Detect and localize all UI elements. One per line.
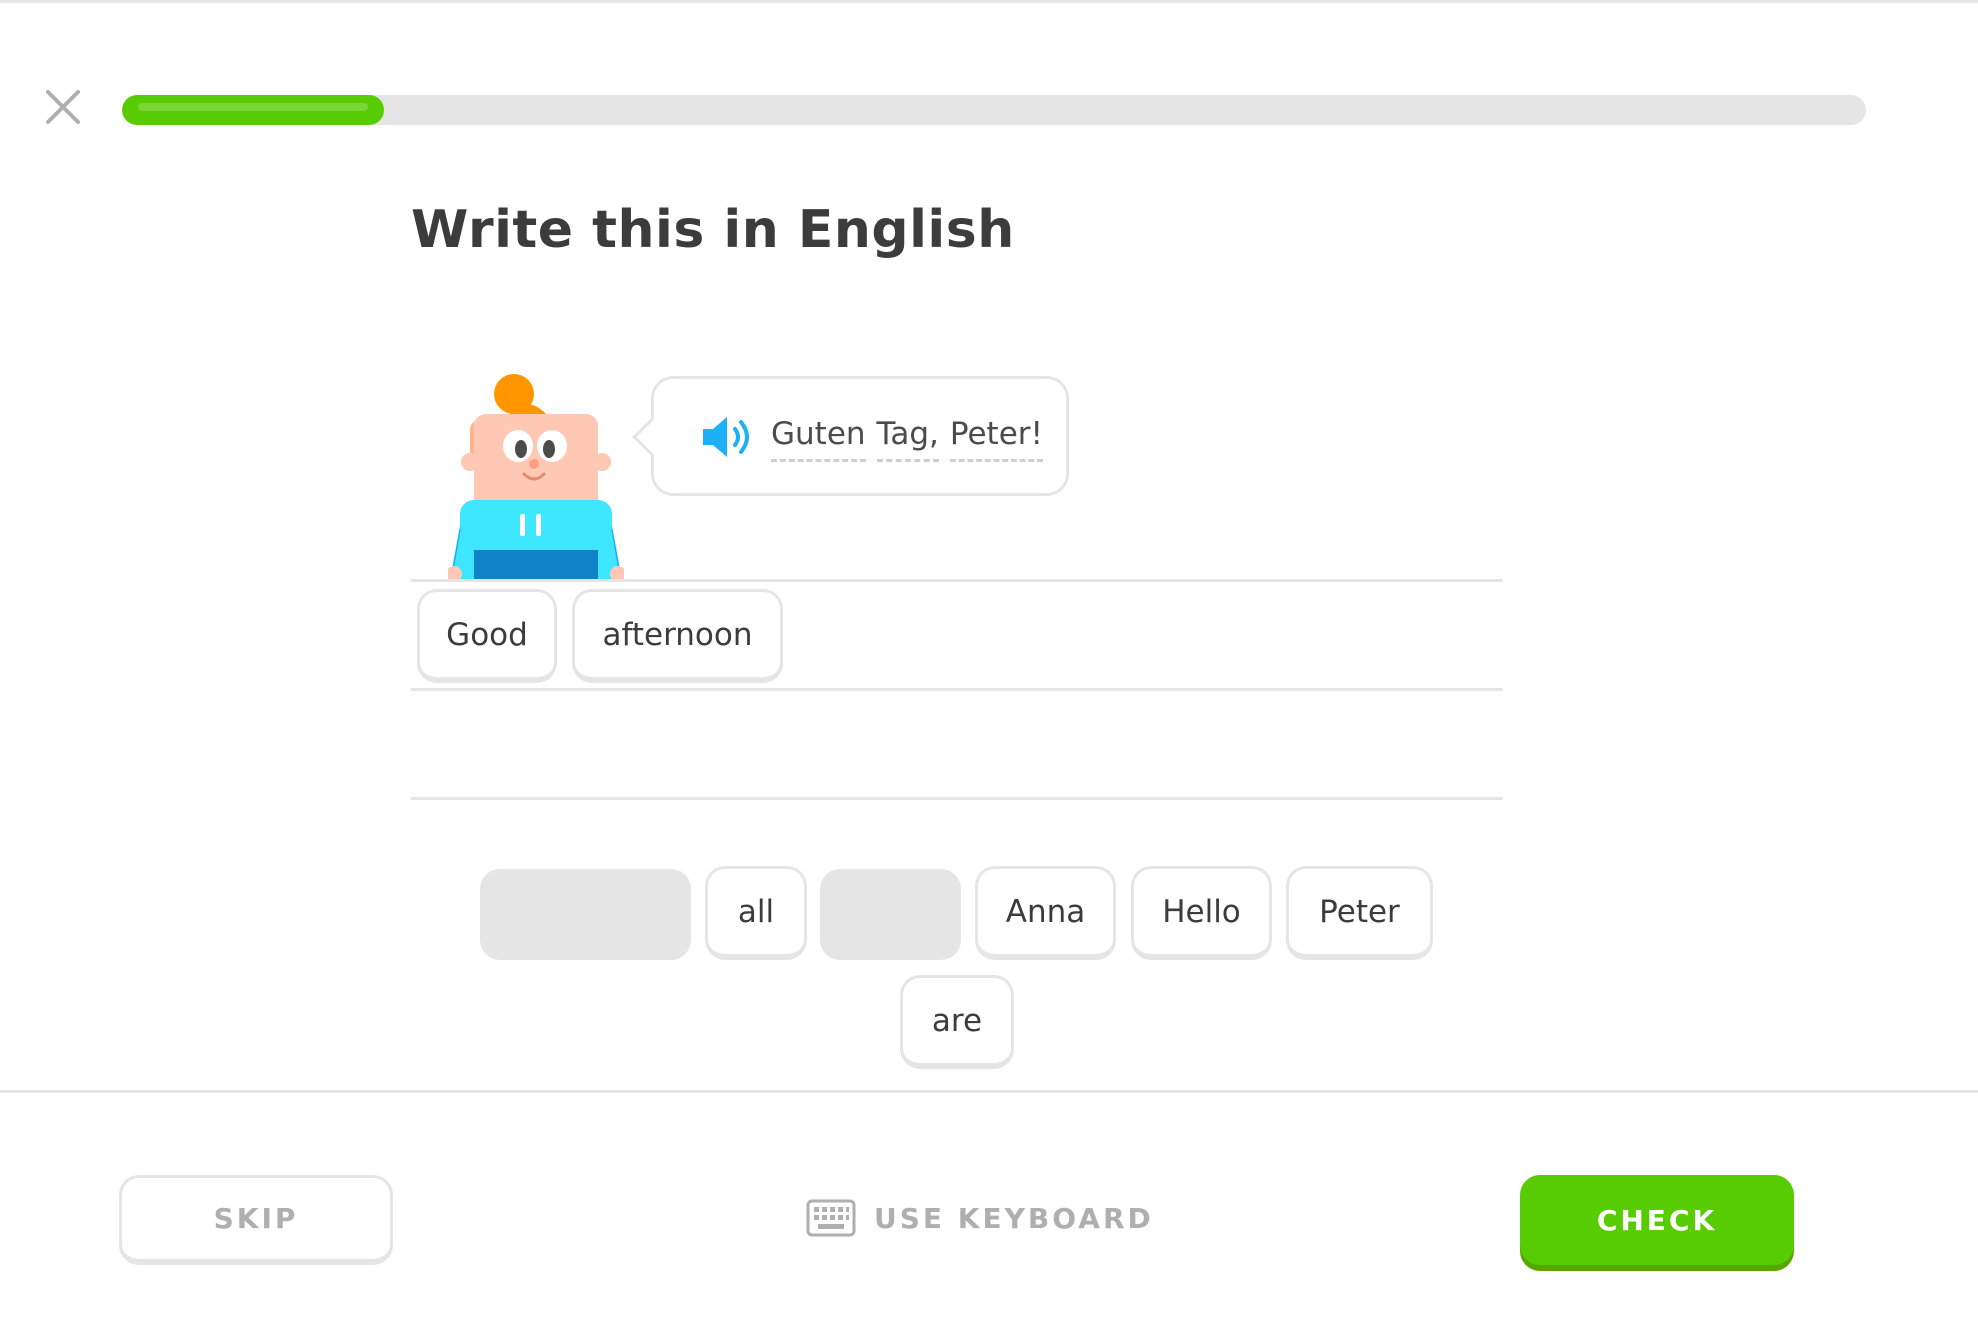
footer-divider [0,1090,1978,1093]
progress-highlight [138,103,368,111]
lesson-progress-fill [122,95,384,125]
skip-button[interactable]: SKIP [119,1175,393,1265]
prompt-word[interactable]: Tag, [876,415,939,462]
page-title: Write this in English [411,200,1015,260]
check-button[interactable]: CHECK [1520,1175,1794,1265]
word-bank-chip[interactable]: all [705,866,807,960]
word-bank-chip[interactable]: Hello [1131,866,1272,960]
prompt-word[interactable]: Peter! [949,415,1043,462]
word-bank-slot-empty [820,869,961,960]
speech-bubble-tail [632,417,672,457]
lesson-progress-bar [122,95,1866,125]
word-bank-chip[interactable]: Peter [1286,866,1433,960]
word-bank-slot-empty [480,869,691,960]
prompt-sentence: Guten Tag, Peter! [771,415,1043,462]
close-button[interactable] [38,82,88,132]
speaker-icon [703,417,749,457]
keyboard-icon [806,1199,856,1237]
word-bank-chip[interactable]: are [900,975,1014,1069]
selected-word-chip[interactable]: Good [417,589,557,683]
prompt-word[interactable]: Guten [771,415,866,462]
character-avatar-icon [448,374,624,580]
answer-line [411,579,1503,582]
answer-line [411,797,1503,800]
play-audio-button[interactable] [699,413,755,461]
use-keyboard-label: USE KEYBOARD [874,1201,1154,1235]
selected-word-chip[interactable]: afternoon [572,589,783,683]
use-keyboard-button[interactable]: USE KEYBOARD [806,1196,1154,1240]
close-icon [46,90,80,124]
speech-bubble: Guten Tag, Peter! [632,376,1069,496]
top-border [0,0,1978,3]
word-bank-chip[interactable]: Anna [975,866,1116,960]
answer-line [411,688,1503,691]
character-illustration [448,372,624,580]
